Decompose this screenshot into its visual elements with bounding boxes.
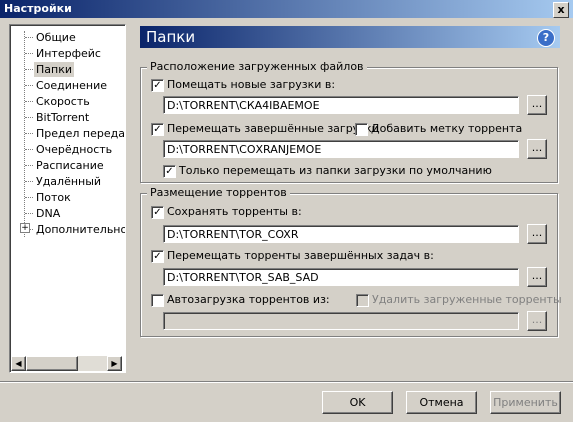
tree-item[interactable]: Скорость — [34, 94, 92, 109]
move-torrents-browse-button[interactable]: ... — [527, 267, 547, 287]
button-separator — [0, 381, 573, 383]
move-torrents-path-input[interactable]: D:\TORRENT\TOR_SAB_SAD — [163, 268, 519, 286]
ok-button[interactable]: OK — [322, 391, 393, 414]
tree-connector-tick — [25, 149, 33, 150]
tree-connector-tick — [25, 37, 33, 38]
tree-item[interactable]: Поток — [34, 190, 73, 205]
scroll-right-icon[interactable]: ▶ — [107, 356, 122, 371]
tree-connector — [24, 31, 26, 237]
autoload-path-input[interactable] — [163, 312, 519, 330]
only-move-label: Только перемещать из папки загрузки по у… — [179, 164, 492, 177]
tree-item[interactable]: Предел передачи — [34, 126, 125, 141]
tree-connector-tick — [25, 197, 33, 198]
apply-button[interactable]: Применить — [490, 391, 561, 414]
completed-path-input[interactable]: D:\TORRENT\СОХRANJЕМОЕ — [163, 140, 519, 158]
tree-connector-tick — [25, 69, 33, 70]
tree-item[interactable]: Папки — [34, 62, 74, 77]
cancel-button[interactable]: Отмена — [406, 391, 477, 414]
downloads-group-legend: Расположение загруженных файлов — [147, 60, 367, 73]
tree-connector-tick — [25, 165, 33, 166]
expand-icon[interactable]: + — [20, 223, 30, 233]
torrents-placement-group: Размещение торрентов ✓ Сохранять торрент… — [140, 186, 562, 337]
completed-browse-button[interactable]: ... — [527, 139, 547, 159]
page-header: Папки ? — [140, 26, 560, 48]
tree-connector-tick — [25, 213, 33, 214]
autoload-checkbox[interactable] — [151, 294, 164, 307]
move-torrents-label: Перемещать торренты завершённых задач в: — [167, 249, 434, 262]
new-downloads-browse-button[interactable]: ... — [527, 95, 547, 115]
add-label-checkbox[interactable] — [355, 123, 368, 136]
tree-connector-tick — [25, 85, 33, 86]
close-icon[interactable]: x — [553, 2, 569, 18]
tree-connector-tick — [25, 117, 33, 118]
tree-item[interactable]: DNA — [34, 206, 62, 221]
move-torrents-checkbox[interactable]: ✓ — [151, 250, 164, 263]
save-torrents-browse-button[interactable]: ... — [527, 224, 547, 244]
tree-connector-tick — [25, 101, 33, 102]
scroll-thumb[interactable] — [26, 356, 78, 371]
tree-item[interactable]: Интерфейс — [34, 46, 103, 61]
tree-item[interactable]: Общие — [34, 30, 78, 45]
window-title: Настройки — [4, 2, 72, 15]
move-completed-checkbox[interactable]: ✓ — [151, 123, 164, 136]
scroll-left-icon[interactable]: ◀ — [11, 356, 26, 371]
autoload-browse-button[interactable]: ... — [527, 311, 547, 331]
tree-item[interactable]: Дополнительно — [34, 222, 125, 237]
tree-item[interactable]: BitTorrent — [34, 110, 91, 125]
tree-item[interactable]: Соединение — [34, 78, 109, 93]
new-downloads-label: Помещать новые загрузки в: — [167, 78, 336, 91]
title-bar: Настройки x — [0, 0, 573, 18]
save-torrents-label: Сохранять торренты в: — [167, 205, 302, 218]
add-label-label: Добавить метку торрента — [371, 122, 523, 135]
page-title: Папки — [146, 28, 196, 46]
tree-connector-tick — [25, 133, 33, 134]
tree-connector-tick — [25, 53, 33, 54]
tree-connector-tick — [25, 181, 33, 182]
new-downloads-checkbox[interactable]: ✓ — [151, 79, 164, 92]
help-icon[interactable]: ? — [537, 29, 555, 47]
delete-loaded-label: Удалить загруженные торренты — [372, 293, 562, 306]
new-downloads-path-input[interactable]: D:\TORRENT\СКА4IВАЕМОЕ — [163, 96, 519, 114]
delete-loaded-checkbox[interactable] — [356, 294, 369, 307]
torrents-group-legend: Размещение торрентов — [147, 186, 290, 199]
tree-item[interactable]: Очерёдность — [34, 142, 114, 157]
tree-item[interactable]: Расписание — [34, 158, 106, 173]
tree-horizontal-scrollbar[interactable]: ◀ ▶ — [11, 356, 122, 371]
only-move-checkbox[interactable]: ✓ — [163, 165, 176, 178]
save-torrents-checkbox[interactable]: ✓ — [151, 206, 164, 219]
autoload-label: Автозагрузка торрентов из: — [167, 293, 330, 306]
settings-tree[interactable]: Общие Интерфейс Папки Соединение Скорость Bit… — [9, 24, 126, 373]
tree-item[interactable]: Удалённый — [34, 174, 103, 189]
save-torrents-path-input[interactable]: D:\TORRENT\TOR_COXR — [163, 225, 519, 243]
downloads-location-group: Расположение загруженных файлов ✓ Помеща… — [140, 60, 558, 183]
move-completed-label: Перемещать завершённые загрузки — [167, 122, 379, 135]
